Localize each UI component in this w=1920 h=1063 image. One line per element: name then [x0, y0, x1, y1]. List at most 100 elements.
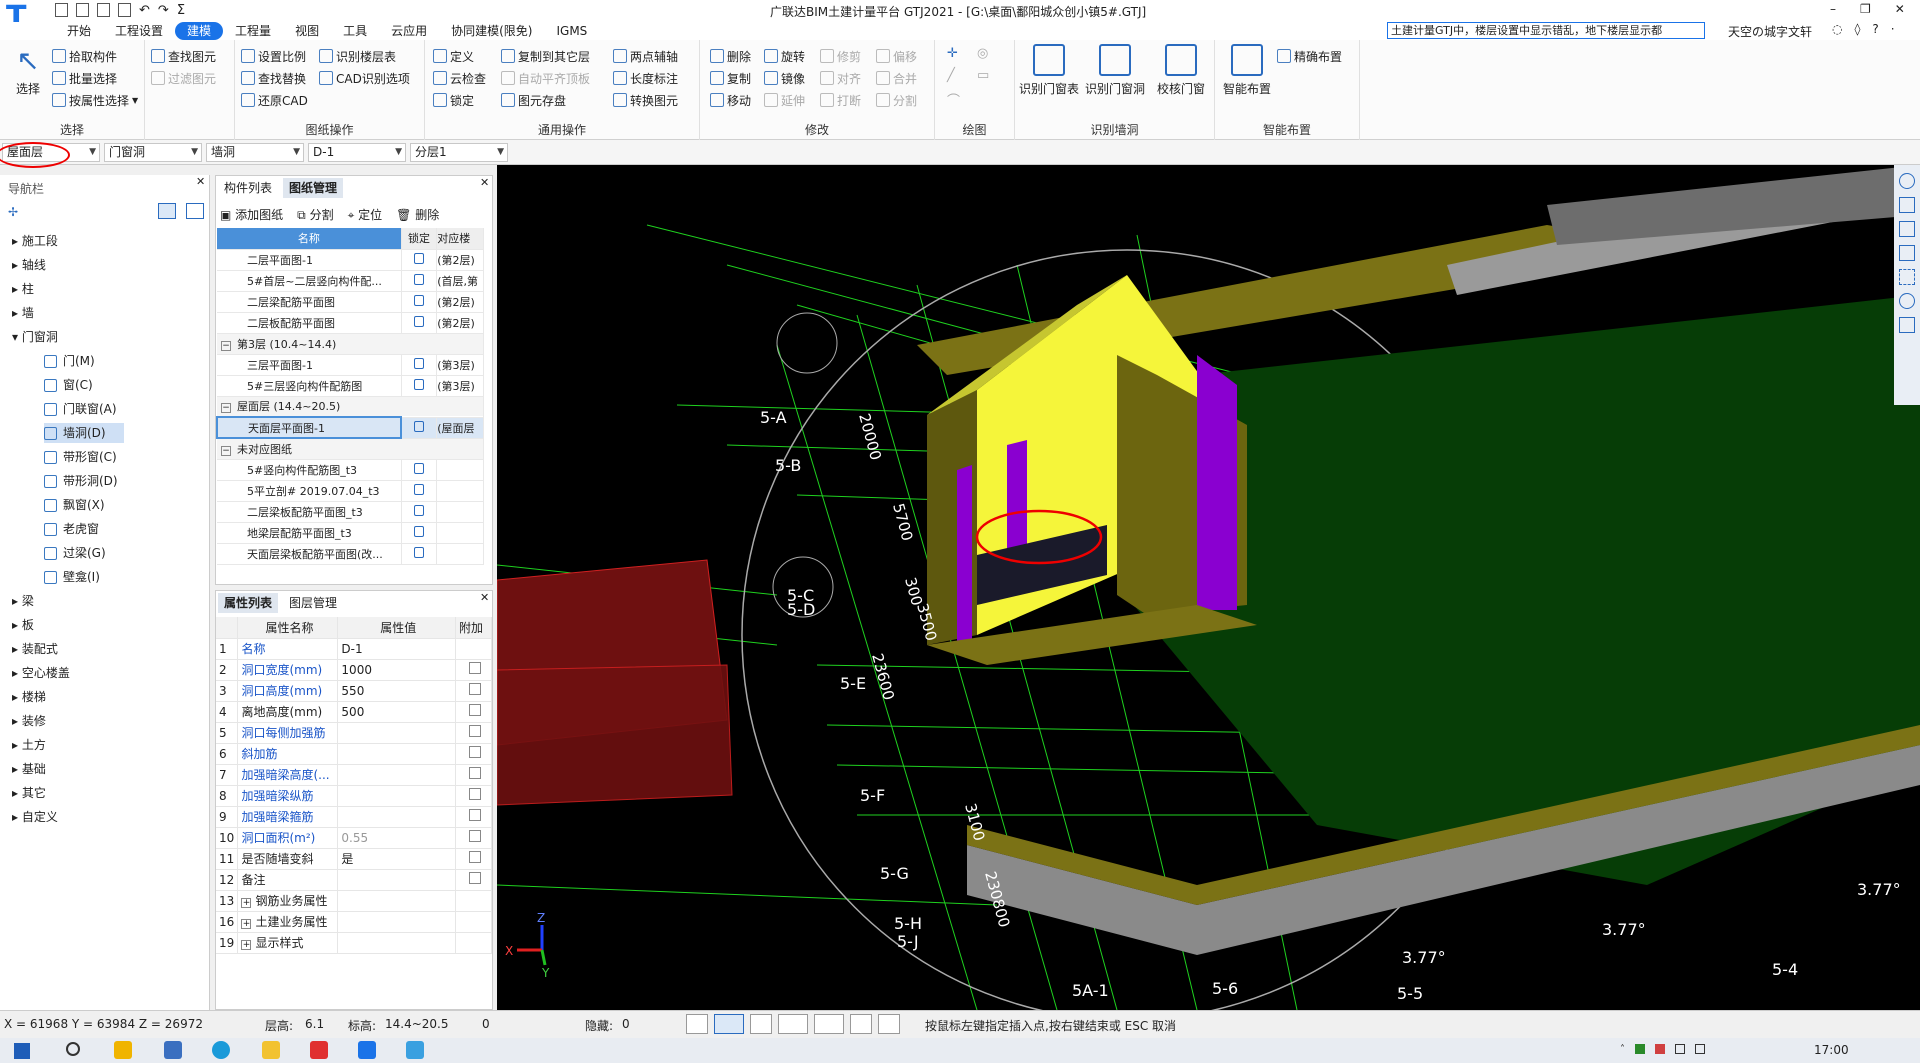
delete-drawing-button[interactable]: 🗑 删除: [396, 206, 439, 223]
property-row[interactable]: 1 名称 D-1: [216, 638, 492, 660]
detail-view-icon[interactable]: [186, 203, 204, 219]
drawing-row[interactable]: 5平立剖# 2019.07.04_t3: [217, 480, 484, 502]
sum-icon[interactable]: Σ: [177, 3, 185, 18]
lock-icon[interactable]: [413, 546, 424, 558]
drawing-row[interactable]: 5#三层竖向构件配筋图 (第3层): [217, 375, 484, 397]
component-select[interactable]: D-1 ▼: [308, 143, 406, 162]
batch-select-button[interactable]: 批量选择: [52, 68, 117, 88]
save-icon[interactable]: [118, 3, 131, 17]
property-value[interactable]: 550: [341, 684, 364, 698]
cloud-check-button[interactable]: 云检查: [433, 68, 486, 88]
smart-layout-button[interactable]: 智能布置: [1219, 44, 1275, 97]
tray-app-icon[interactable]: [1655, 1044, 1665, 1054]
3d-icon[interactable]: [1899, 221, 1915, 237]
drawing-row[interactable]: 5#竖向构件配筋图_t3: [217, 459, 484, 481]
menu-view[interactable]: 视图: [283, 22, 331, 40]
lock-icon[interactable]: [413, 378, 424, 390]
chevron-up-icon[interactable]: ˄: [1620, 1044, 1625, 1055]
nav-sub-strip-window[interactable]: 带形窗(C): [44, 447, 117, 467]
upload-icon[interactable]: [55, 3, 68, 17]
nav-sub-niche[interactable]: 壁龛(I): [44, 567, 100, 587]
nav-door-window[interactable]: ▾ 门窗洞: [12, 327, 58, 347]
property-row[interactable]: 6 斜加筋: [216, 743, 492, 765]
cad-options-button[interactable]: CAD识别选项: [319, 68, 410, 88]
recognize-door-openings-button[interactable]: 识别门窗洞: [1083, 44, 1147, 97]
capture-icon[interactable]: [850, 1014, 872, 1034]
menu-start[interactable]: 开始: [55, 22, 103, 40]
check-doors-button[interactable]: 校核门窗: [1149, 44, 1213, 97]
locate-button[interactable]: ⌖ 定位: [348, 206, 383, 223]
nav-sub-wall-opening[interactable]: 墙洞(D): [44, 423, 124, 443]
nav-prefab[interactable]: ▸ 装配式: [12, 639, 58, 659]
nav-beam[interactable]: ▸ 梁: [12, 591, 34, 611]
length-dim-button[interactable]: 长度标注: [613, 68, 678, 88]
extra-checkbox[interactable]: [469, 872, 481, 884]
model-viewport[interactable]: 5-A 5-B 5-C 5-D 5-E 5-F 5-G 5-H 5-J 5A-1…: [497, 165, 1920, 1010]
arc-snap-icon[interactable]: [878, 1014, 900, 1034]
tray-app-icon[interactable]: [1635, 1044, 1645, 1054]
taskbar-app-icon[interactable]: [358, 1041, 376, 1059]
menu-quantities[interactable]: 工程量: [223, 22, 283, 40]
drawing-row[interactable]: 天面层平面图-1 (屋面层: [215, 416, 484, 439]
nav-sub-door-window[interactable]: 门联窗(A): [44, 399, 117, 419]
lock-icon[interactable]: [413, 504, 424, 516]
drawing-group-row[interactable]: − 未对应图纸: [217, 438, 484, 460]
menu-project-settings[interactable]: 工程设置: [103, 22, 175, 40]
nav-column[interactable]: ▸ 柱: [12, 279, 34, 299]
property-row[interactable]: 11 是否随墙变斜 是: [216, 848, 492, 870]
offset-snap-icon[interactable]: [814, 1014, 844, 1034]
search-icon[interactable]: [66, 1042, 80, 1056]
close-icon[interactable]: ✕: [196, 175, 205, 188]
extra-checkbox[interactable]: [469, 809, 481, 821]
trim-button[interactable]: 修剪: [820, 46, 861, 66]
nav-axis[interactable]: ▸ 轴线: [12, 255, 46, 275]
menu-igms[interactable]: IGMS: [544, 22, 599, 40]
nav-sub-dormer[interactable]: 老虎窗: [44, 519, 99, 539]
account-name[interactable]: 天空の城字文轩: [1728, 23, 1812, 40]
copy-button[interactable]: 复制: [710, 68, 751, 88]
tab-drawing-management[interactable]: 图纸管理: [283, 178, 344, 198]
notes-icon[interactable]: [1899, 317, 1915, 333]
extra-checkbox[interactable]: [469, 725, 481, 737]
move-button[interactable]: 移动: [710, 90, 751, 110]
auto-align-slab-button[interactable]: 自动平齐顶板: [501, 68, 590, 88]
mirror-button[interactable]: 镜像: [764, 68, 805, 88]
start-icon[interactable]: [14, 1043, 30, 1059]
property-row[interactable]: 19 + 显示样式: [216, 932, 492, 954]
taskbar-app-icon[interactable]: [212, 1041, 230, 1059]
options-icon[interactable]: ⋅: [1891, 22, 1895, 36]
drawing-row[interactable]: 三层平面图-1 (第3层): [217, 354, 484, 376]
merge-button[interactable]: 合并: [876, 68, 917, 88]
settings-icon[interactable]: [1899, 293, 1915, 309]
lock-icon[interactable]: [414, 420, 425, 432]
model-canvas[interactable]: 5-A 5-B 5-C 5-D 5-E 5-F 5-G 5-H 5-J 5A-1…: [497, 165, 1920, 1010]
extra-checkbox[interactable]: [469, 851, 481, 863]
menu-cloud[interactable]: 云应用: [379, 22, 439, 40]
help-icon[interactable]: ?: [1872, 22, 1878, 36]
rect-tool-icon[interactable]: ▭: [977, 68, 989, 83]
property-row[interactable]: 5 洞口每侧加强筋: [216, 722, 492, 744]
menu-modeling[interactable]: 建模: [175, 22, 224, 40]
close-icon[interactable]: ✕: [480, 591, 489, 604]
nav-custom[interactable]: ▸ 自定义: [12, 807, 58, 827]
property-value[interactable]: 1000: [341, 663, 372, 677]
extra-checkbox[interactable]: [469, 788, 481, 800]
nav-sub-door[interactable]: 门(M): [44, 351, 95, 371]
set-scale-button[interactable]: 设置比例: [241, 46, 306, 66]
drawing-group-row[interactable]: − 屋面层 (14.4~20.5): [217, 396, 484, 418]
split-button[interactable]: 分割: [876, 90, 917, 110]
drawing-row[interactable]: 二层平面图-1 (第2层): [217, 249, 484, 271]
angle-icon[interactable]: [778, 1014, 808, 1034]
taskbar-app-icon[interactable]: [310, 1041, 328, 1059]
define-button[interactable]: 定义: [433, 46, 474, 66]
extra-checkbox[interactable]: [469, 704, 481, 716]
nav-decoration[interactable]: ▸ 装修: [12, 711, 46, 731]
network-icon[interactable]: [1675, 1044, 1685, 1054]
undo-icon[interactable]: ↶: [139, 3, 150, 18]
nav-slab[interactable]: ▸ 板: [12, 615, 34, 635]
extend-button[interactable]: 延伸: [764, 90, 805, 110]
property-row[interactable]: 7 加强暗梁高度(...: [216, 764, 492, 786]
lock-icon[interactable]: [413, 252, 424, 264]
open-folder-icon[interactable]: [97, 3, 110, 17]
point-tool-icon[interactable]: ✛: [947, 46, 958, 61]
